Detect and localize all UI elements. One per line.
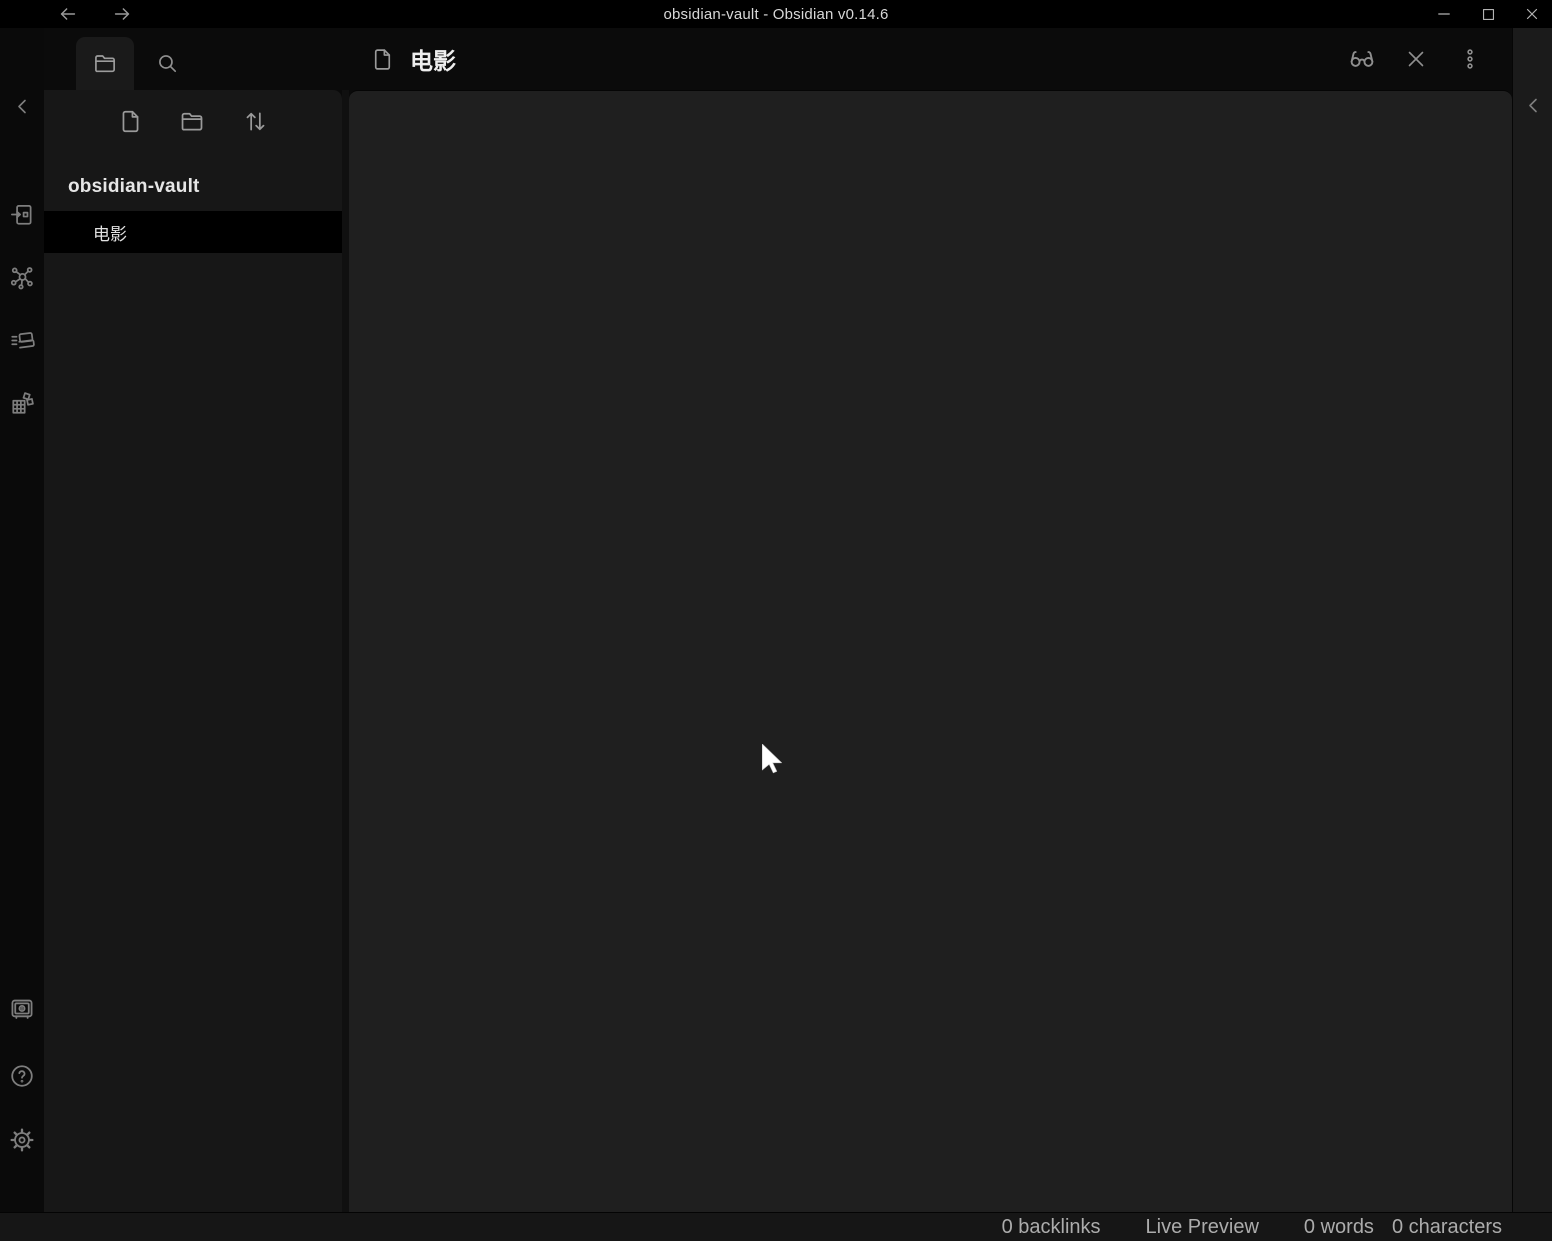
status-bar: 0 backlinks Live Preview 0 words 0 chara… bbox=[0, 1212, 1552, 1241]
vault-icon bbox=[9, 996, 36, 1023]
status-character-count: 0 characters bbox=[1392, 1216, 1502, 1239]
search-icon bbox=[155, 51, 180, 76]
title-bar: obsidian-vault - Obsidian v0.14.6 bbox=[0, 0, 1552, 28]
help-button[interactable] bbox=[9, 1063, 36, 1090]
quick-switcher-button[interactable] bbox=[9, 201, 36, 228]
file-item-selected[interactable]: 电影 bbox=[44, 211, 342, 253]
left-ribbon bbox=[0, 28, 44, 1212]
expand-right-sidebar-button[interactable] bbox=[1520, 92, 1547, 119]
maximize-icon bbox=[1480, 6, 1497, 23]
collapse-left-sidebar-button[interactable] bbox=[9, 93, 36, 120]
status-word-count: 0 words bbox=[1304, 1216, 1374, 1239]
random-note-button[interactable] bbox=[9, 390, 36, 417]
status-editor-mode[interactable]: Live Preview bbox=[1146, 1216, 1259, 1239]
settings-button[interactable] bbox=[9, 1127, 36, 1154]
note-title: 电影 bbox=[410, 42, 456, 76]
graph-view-button[interactable] bbox=[9, 264, 36, 291]
close-tab-icon bbox=[1404, 47, 1428, 71]
close-tab-button[interactable] bbox=[1402, 45, 1430, 73]
document-icon bbox=[370, 47, 395, 72]
minimize-button[interactable] bbox=[1432, 2, 1456, 26]
reading-view-icon bbox=[1348, 45, 1376, 73]
more-options-icon bbox=[1458, 47, 1482, 71]
folder-icon bbox=[93, 51, 118, 76]
dice-grid-icon bbox=[9, 390, 35, 416]
sort-order-button[interactable] bbox=[242, 108, 269, 135]
new-note-button[interactable] bbox=[117, 108, 144, 135]
graph-icon bbox=[9, 264, 35, 290]
tab-file-explorer[interactable] bbox=[76, 37, 134, 90]
new-note-icon bbox=[117, 108, 143, 134]
file-item-label: 电影 bbox=[93, 220, 127, 245]
minimize-icon bbox=[1435, 5, 1453, 23]
cards-button[interactable] bbox=[9, 327, 36, 354]
window-title: obsidian-vault - Obsidian v0.14.6 bbox=[0, 0, 1552, 28]
editor-content-area[interactable] bbox=[349, 90, 1512, 1212]
maximize-button[interactable] bbox=[1476, 2, 1500, 26]
file-explorer-panel: obsidian-vault 电影 bbox=[44, 90, 342, 1212]
close-window-button[interactable] bbox=[1520, 2, 1544, 26]
chevron-left-icon bbox=[10, 94, 34, 118]
gear-icon bbox=[9, 1127, 36, 1154]
new-folder-icon bbox=[179, 108, 205, 134]
editor-tab-header: 电影 bbox=[342, 28, 1512, 90]
chevron-left-icon bbox=[1521, 93, 1545, 117]
cards-icon bbox=[9, 327, 35, 353]
window-controls bbox=[1432, 0, 1544, 28]
open-vault-button[interactable] bbox=[9, 996, 36, 1023]
editor-header-actions bbox=[1348, 45, 1484, 73]
status-backlinks[interactable]: 0 backlinks bbox=[1002, 1216, 1101, 1239]
new-folder-button[interactable] bbox=[179, 108, 206, 135]
left-sidebar-tab-strip bbox=[44, 28, 342, 90]
quick-switcher-icon bbox=[9, 201, 35, 227]
help-icon bbox=[9, 1063, 36, 1090]
close-icon bbox=[1523, 5, 1541, 23]
vault-title[interactable]: obsidian-vault bbox=[68, 176, 200, 198]
reading-view-button[interactable] bbox=[1348, 45, 1376, 73]
sort-icon bbox=[242, 108, 268, 134]
tab-search[interactable] bbox=[138, 37, 196, 90]
right-sidebar-strip bbox=[1512, 28, 1552, 1212]
pane-resize-divider[interactable] bbox=[342, 90, 349, 1212]
more-options-button[interactable] bbox=[1456, 45, 1484, 73]
